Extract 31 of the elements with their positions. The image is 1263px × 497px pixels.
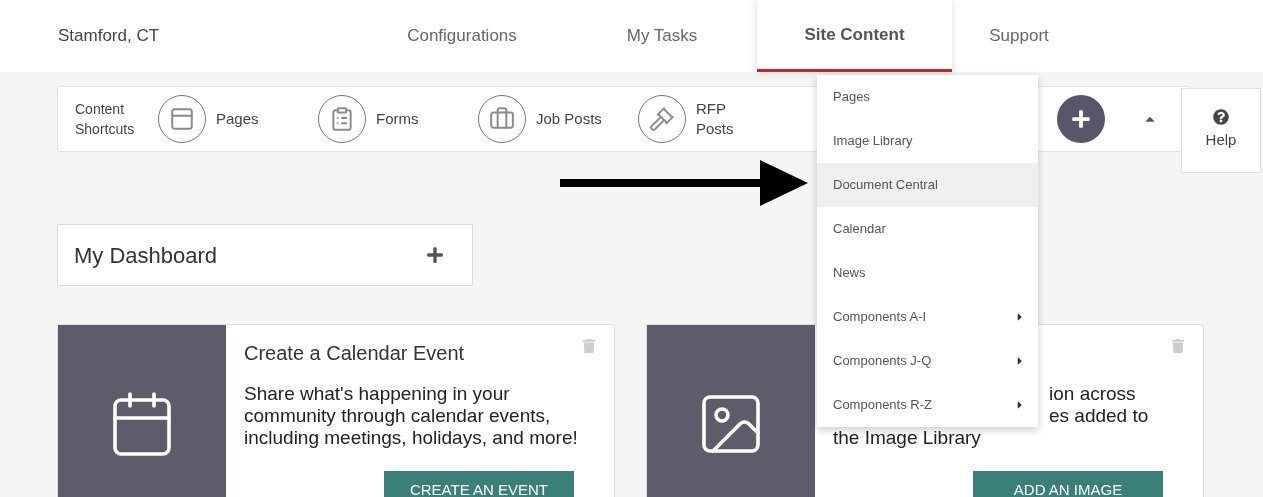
add-shortcut-button[interactable] [1057, 95, 1105, 143]
menu-item[interactable]: Components A-I [817, 295, 1038, 339]
menu-item[interactable]: Components J-Q [817, 339, 1038, 383]
card-description: the Image Library [833, 427, 982, 449]
menu-item[interactable]: Calendar [817, 207, 1038, 251]
nav-tab[interactable]: Configurations [382, 0, 542, 72]
add-icon[interactable] [426, 246, 444, 264]
menu-item[interactable]: Components R-Z [817, 383, 1038, 427]
help-button[interactable]: Help [1181, 88, 1261, 173]
card-title: Create a Calendar Event [244, 341, 466, 366]
nav-tab[interactable]: Support [952, 0, 1086, 72]
menu-item[interactable]: Image Library [817, 119, 1038, 163]
card-description-fragment: es added to [1049, 405, 1149, 426]
menu-item[interactable]: Pages [817, 75, 1038, 119]
card-action-button[interactable]: ADD AN IMAGE [973, 471, 1163, 497]
shortcuts-label: Content Shortcuts [75, 100, 136, 139]
nav-tab[interactable]: My Tasks [582, 0, 742, 72]
shortcut-link[interactable]: Pages [216, 109, 259, 129]
shortcut-link[interactable]: Forms [376, 109, 419, 129]
shortcut-link[interactable]: RFP Posts [696, 99, 746, 139]
shortcut-link[interactable]: Job Posts [536, 109, 602, 129]
dashboard-title: My Dashboard [74, 241, 218, 270]
menu-item[interactable]: News [817, 251, 1038, 295]
site-location: Stamford, CT [57, 25, 161, 48]
plus-icon [1071, 109, 1091, 129]
card-action-button[interactable]: CREATE AN EVENT [384, 471, 574, 497]
card-description-fragment: ion across [1049, 383, 1136, 404]
nav-tab[interactable]: Site Content [757, 0, 952, 72]
card-description: Share what's happening in your community through calendar events, including meetings, holidays, and more! [244, 383, 579, 449]
menu-item[interactable]: Document Central [817, 163, 1038, 207]
help-icon [1213, 109, 1229, 126]
